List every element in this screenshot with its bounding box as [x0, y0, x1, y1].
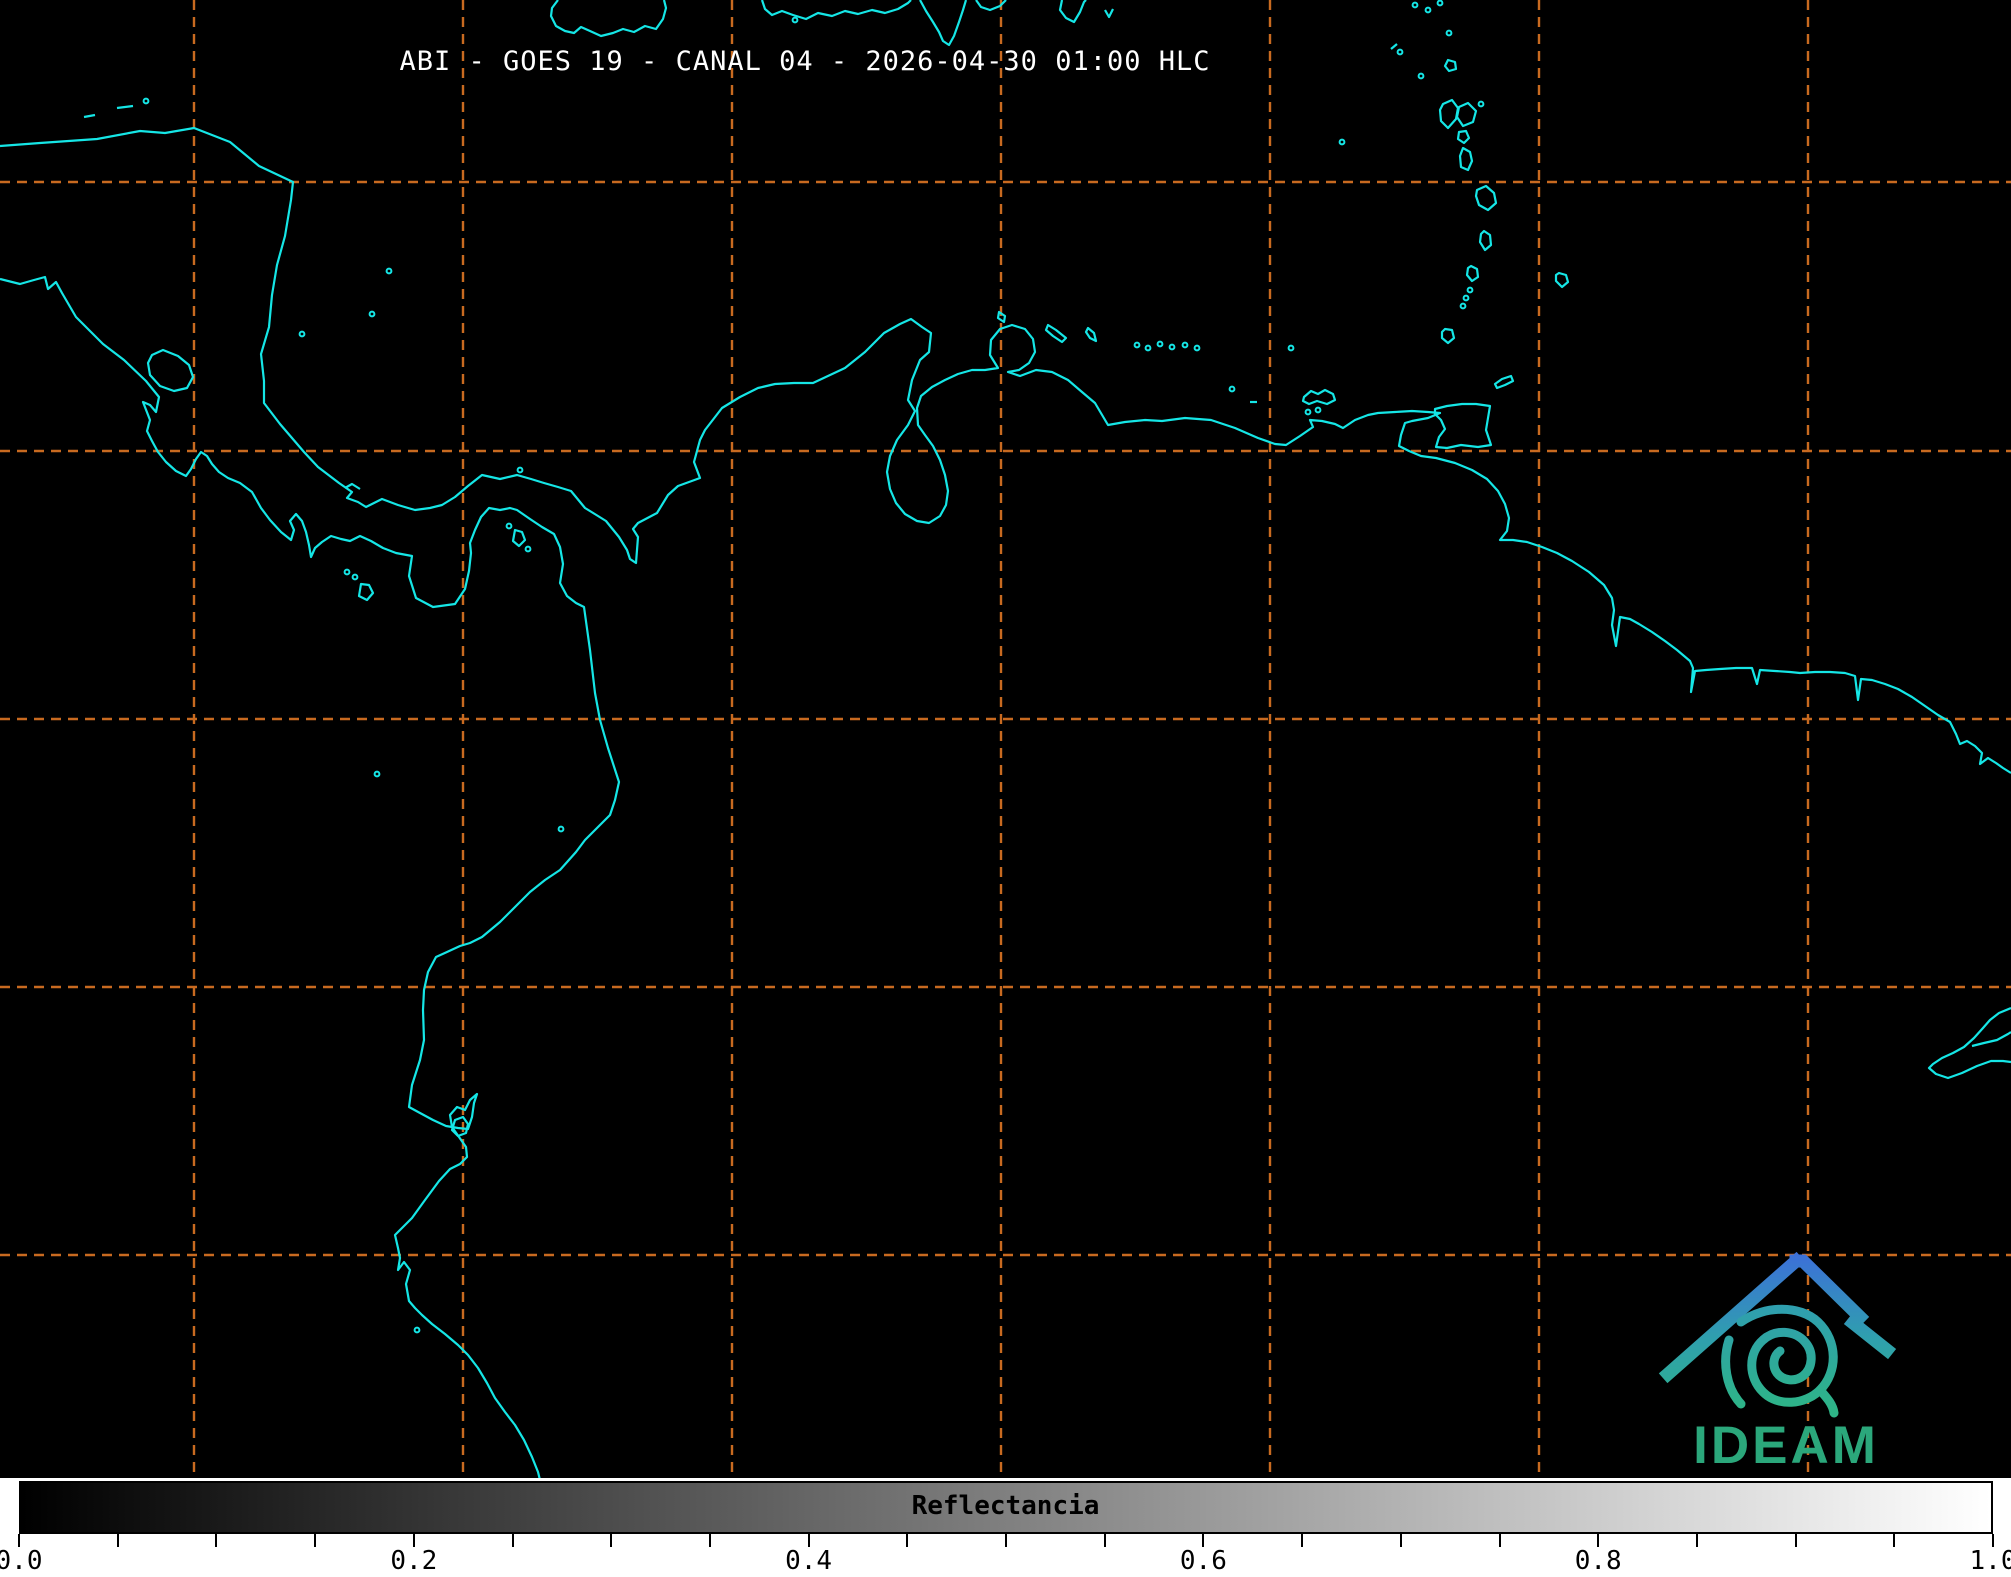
- islet-dot: [142, 97, 150, 105]
- colorbar-tick: [1005, 1534, 1007, 1547]
- colorbar-tick: [215, 1534, 218, 1547]
- colorbar-tick-label: 1.0: [1969, 1546, 2011, 1576]
- islet-dot: [373, 770, 381, 778]
- islet-dot: [524, 545, 532, 553]
- coastline: [1438, 98, 1460, 130]
- coastline: [146, 348, 195, 393]
- coastline: [1478, 229, 1493, 252]
- colorbar-tick-label: 0.6: [1179, 1546, 1227, 1576]
- coastline: [1440, 327, 1456, 345]
- logo-hurricane-spiral-icon: [1721, 1304, 1839, 1418]
- coastline: [1554, 271, 1570, 289]
- coastline: [1084, 326, 1098, 343]
- coastline: [357, 582, 375, 602]
- islet-dot: [1304, 408, 1312, 416]
- coastline: [116, 104, 134, 110]
- coastline: [1458, 146, 1474, 172]
- colorbar-tick: [1695, 1534, 1698, 1547]
- latlon-gridlines: [0, 0, 2011, 1478]
- colorbar-tick: [708, 1534, 711, 1547]
- islet-dot: [385, 267, 393, 275]
- coastline: [511, 528, 527, 548]
- coastline: [760, 0, 912, 21]
- islet-dot: [516, 466, 524, 474]
- islet-dot: [1144, 344, 1152, 352]
- colorbar-tick: [1794, 1534, 1797, 1547]
- islet-dot: [791, 16, 799, 24]
- coastline: [1301, 388, 1337, 406]
- islet-dot: [1411, 1, 1419, 9]
- coastline: [1927, 1006, 2011, 1080]
- islet-dot: [1477, 100, 1485, 108]
- colorbar-tick: [1301, 1534, 1304, 1547]
- ideam-logo: IDEAM: [1658, 1251, 1897, 1475]
- coastline: [1455, 101, 1478, 128]
- islet-dot: [413, 1326, 421, 1334]
- map-title: ABI - GOES 19 - CANAL 04 - 2026-04-30 01…: [399, 46, 1211, 77]
- islet-dot: [505, 522, 513, 530]
- colorbar-tick: [116, 1534, 119, 1547]
- islet-dot: [1314, 406, 1322, 414]
- colorbar-tick: [1498, 1534, 1501, 1547]
- coastline: [1493, 374, 1515, 390]
- colorbar-tick-label: 0.4: [785, 1546, 833, 1576]
- colorbar-tick: [1103, 1534, 1106, 1547]
- colorbar-tick-label: 0.0: [0, 1546, 43, 1576]
- coastline-layer: [0, 0, 2011, 1478]
- islet-dot: [1436, 0, 1444, 7]
- islet-dot: [557, 825, 565, 833]
- islet-dot: [368, 310, 376, 318]
- colorbar-strip: Reflectancia 0.0 0.2 0.4 0.6 0.8 1.0: [0, 1478, 2011, 1577]
- coastline: [996, 310, 1007, 324]
- islet-dot: [1459, 302, 1467, 310]
- coastline: [1058, 0, 1087, 24]
- islet-dot: [1193, 344, 1201, 352]
- islet-dot: [1445, 29, 1453, 37]
- colorbar-tick-label: 0.8: [1574, 1546, 1622, 1576]
- colorbar-tick: [511, 1534, 514, 1547]
- colorbar-label: Reflectancia: [911, 1491, 1100, 1521]
- islet-dot: [1168, 343, 1176, 351]
- satellite-map-figure: IDEAM ABI - GOES 19 - CANAL 04 - 2026-04…: [0, 0, 2011, 1577]
- colorbar-tick-label: 0.2: [390, 1546, 438, 1576]
- colorbar-tick: [906, 1534, 909, 1547]
- coastline: [83, 113, 96, 119]
- colorbar-tick: [1399, 1534, 1402, 1547]
- islet-dot: [1133, 341, 1141, 349]
- islet-dot: [1462, 294, 1470, 302]
- map-canvas: IDEAM: [0, 0, 2011, 1478]
- islet-dot: [343, 568, 351, 576]
- coastline: [549, 0, 668, 38]
- coastline: [919, 0, 968, 47]
- islet-dot: [1181, 341, 1189, 349]
- islet-dot: [1287, 344, 1295, 352]
- colorbar-tick: [610, 1534, 613, 1547]
- islet-dot: [1466, 286, 1474, 294]
- coastline: [1465, 264, 1480, 283]
- coastline: [1433, 402, 1493, 450]
- islet-dot: [351, 573, 359, 581]
- islet-dot: [1228, 385, 1236, 393]
- colorbar-tick: [314, 1534, 317, 1547]
- coastline: [1104, 8, 1114, 19]
- coastline: [1456, 129, 1471, 145]
- islet-dot: [1424, 6, 1432, 14]
- islet-dot: [1338, 138, 1346, 146]
- islet-dot: [298, 330, 306, 338]
- islet-dot: [1156, 340, 1164, 348]
- coastline: [1044, 323, 1068, 344]
- logo-wordmark: IDEAM: [1693, 1416, 1879, 1475]
- colorbar-tick: [1893, 1534, 1896, 1547]
- coastline: [1474, 184, 1498, 212]
